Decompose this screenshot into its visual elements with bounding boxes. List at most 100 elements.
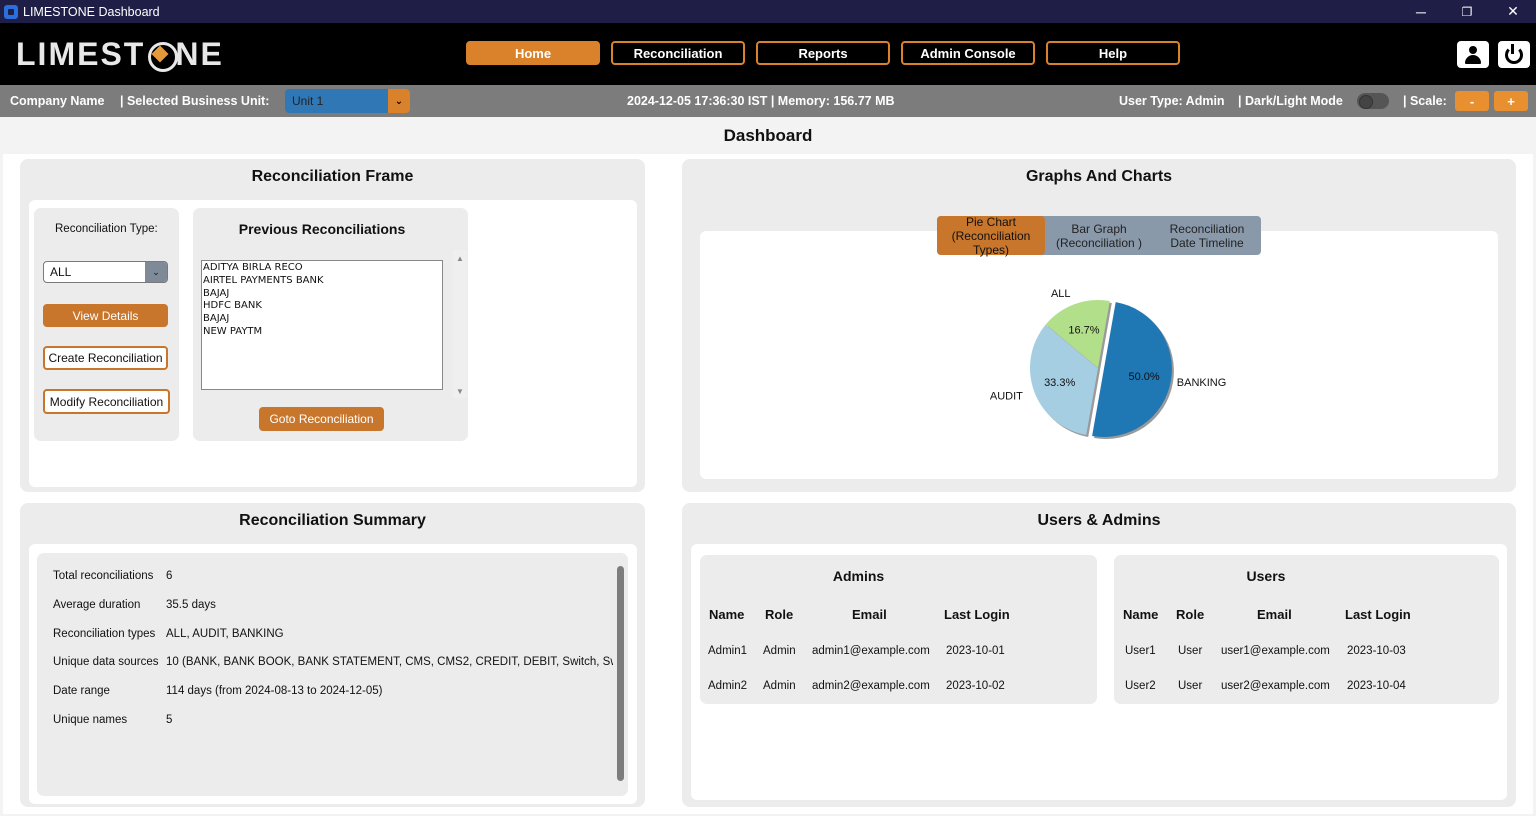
table-header: Name [709,607,745,622]
tab-label: Reconciliation [1169,221,1245,236]
tab-date-timeline[interactable]: Reconciliation Date Timeline [1153,216,1261,255]
view-details-button[interactable]: View Details [43,304,168,327]
datetime-memory: 2024-12-05 17:36:30 IST | Memory: 156.77… [627,94,895,108]
admins-title: Admins [832,568,885,584]
nav-home-button[interactable]: Home [466,41,600,65]
pie-chart: 50.0% BANKING 33.3% AUDIT 16.7% ALL [990,288,1226,440]
table-cell: User [1178,680,1203,692]
summary-value: 114 days (from 2024-08-13 to 2024-12-05) [166,685,383,698]
table-cell: admin2@example.com [812,680,930,692]
table-cell: user1@example.com [1221,645,1330,657]
close-button[interactable]: ✕ [1490,0,1536,23]
scroll-up-icon[interactable]: ▲ [456,254,464,263]
business-unit-label: | Selected Business Unit: [120,94,270,108]
restore-button[interactable]: ❐ [1444,0,1490,23]
company-name: Company Name [10,94,105,108]
status-bar: Company Name | Selected Business Unit: U… [0,85,1536,117]
minimize-button[interactable]: ─ [1398,0,1444,23]
pie-value-label: 16.7% [1068,325,1099,337]
table-header: Email [1257,607,1292,622]
reconciliation-frame-title: Reconciliation Frame [251,168,414,185]
list-item[interactable]: HDFC BANK [203,300,442,313]
business-unit-value: Unit 1 [292,94,324,108]
nav-admin-console-button[interactable]: Admin Console [901,41,1035,65]
graphs-charts-title: Graphs And Charts [1025,168,1173,185]
page-title: Dashboard [723,126,813,145]
user-profile-button[interactable] [1457,41,1489,68]
modify-reconciliation-button[interactable]: Modify Reconciliation [43,389,170,414]
pie-category-label: ALL [1051,288,1071,300]
table-cell: Admin1 [708,645,747,657]
reconciliation-type-label: Reconciliation Type: [55,223,158,235]
table-cell: admin1@example.com [812,645,930,657]
list-item[interactable]: NEW PAYTM [203,326,442,339]
limestone-logo: LI M EST NE [16,35,224,72]
summary-label: Total reconciliations [53,570,154,582]
chevron-down-icon: ⌄ [388,89,410,113]
reconciliation-type-select[interactable]: ALL ⌄ [43,261,168,283]
logo-text-4: NE [175,35,224,72]
tab-sublabel: (Reconciliation ) [1055,235,1143,250]
business-unit-select[interactable]: Unit 1 ⌄ [285,89,410,113]
app-icon [4,4,18,19]
previous-reconciliations-list[interactable]: ADITYA BIRLA RECO AIRTEL PAYMENTS BANK B… [201,260,443,390]
list-item[interactable]: ADITYA BIRLA RECO [203,262,442,275]
tab-label: Pie Chart [965,214,1017,229]
pie-category-label: AUDIT [990,390,1023,402]
list-scrollbar[interactable]: ▲ ▼ [453,250,467,398]
window-titlebar: LIMESTONE Dashboard ─ ❐ ✕ [0,0,1536,23]
summary-label: Unique data sources [53,656,159,669]
logo-diamond-icon [146,40,179,72]
table-cell: 2023-10-01 [946,645,1005,657]
user-type: User Type: Admin [1119,94,1225,108]
summary-label: Reconciliation types [53,627,156,640]
scale-increase-button[interactable]: + [1494,91,1528,111]
summary-label: Average duration [53,598,141,611]
create-reconciliation-button[interactable]: Create Reconciliation [43,346,168,370]
summary-scrollbar[interactable] [617,566,624,781]
logo-text-2: M [48,35,78,72]
table-cell: User [1178,645,1203,657]
table-cell: user2@example.com [1221,680,1330,692]
nav-reports-button[interactable]: Reports [756,41,890,65]
nav-reconciliation-button[interactable]: Reconciliation [611,41,745,65]
summary-label: Unique names [53,714,128,726]
table-cell: Admin2 [708,680,747,692]
table-cell: Admin [763,645,796,657]
reconciliation-type-value: ALL [50,265,72,279]
main-nav: Home Reconciliation Reports Admin Consol… [466,41,1180,65]
app-header: LI M EST NE Home Reconciliation Reports Adm… [0,23,1536,85]
table-header: Last Login [1345,607,1411,622]
scale-decrease-button[interactable]: - [1455,91,1489,111]
users-title: Users [1246,568,1286,584]
scroll-down-icon[interactable]: ▼ [456,387,464,396]
table-header: Last Login [944,607,1010,622]
dark-light-mode-label: | Dark/Light Mode [1238,94,1343,108]
power-icon [1505,43,1523,64]
reconciliation-summary-title: Reconciliation Summary [239,512,426,529]
logout-button[interactable] [1498,41,1530,68]
tab-sublabel: (Reconciliation Types) [951,228,1031,257]
dark-light-mode-toggle[interactable] [1357,93,1389,109]
tab-pie-chart[interactable]: Pie Chart (Reconciliation Types) [937,214,1045,257]
list-item[interactable]: AIRTEL PAYMENTS BANK [203,275,442,288]
table-header: Name [1123,607,1159,622]
table-cell: 2023-10-02 [946,680,1005,692]
window-title: LIMESTONE Dashboard [23,4,160,19]
chevron-down-icon: ⌄ [145,262,167,282]
window-controls: ─ ❐ ✕ [1398,0,1536,23]
tab-label: Bar Graph [1071,221,1127,236]
goto-reconciliation-button[interactable]: Goto Reconciliation [259,407,384,431]
summary-list [37,553,628,796]
chart-tab-group: Pie Chart (Reconciliation Types) Bar Gra… [937,214,1261,257]
list-item[interactable]: BAJAJ [203,313,442,326]
pie-value-label: 50.0% [1128,371,1159,383]
tab-bar-graph[interactable]: Bar Graph (Reconciliation ) [1045,216,1153,255]
table-header: Role [765,607,794,622]
logo-text-3: EST [77,35,146,72]
users-admins-title: Users & Admins [1037,512,1161,529]
scale-label: | Scale: [1403,94,1447,108]
summary-value: 10 (BANK, BANK BOOK, BANK STATEMENT, CMS… [166,656,613,669]
nav-help-button[interactable]: Help [1046,41,1180,65]
list-item[interactable]: BAJAJ [203,288,442,301]
